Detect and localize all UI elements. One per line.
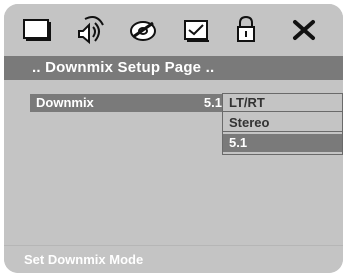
setting-value: 5.1 xyxy=(203,95,222,110)
setup-panel: .. Downmix Setup Page .. Downmix 5.1 LT/… xyxy=(4,4,343,273)
audio-speaker-icon-svg xyxy=(78,16,104,45)
screen-icon-svg xyxy=(23,19,51,41)
status-text: Set Downmix Mode xyxy=(24,252,144,267)
icon-toolbar xyxy=(4,4,343,56)
disc-icon-svg xyxy=(130,21,156,41)
status-bar: Set Downmix Mode xyxy=(4,245,343,273)
disc-icon[interactable] xyxy=(126,13,162,47)
close-icon[interactable] xyxy=(286,13,322,47)
lock-icon[interactable] xyxy=(228,13,264,47)
downmix-setting-row[interactable]: Downmix 5.1 xyxy=(30,94,232,112)
checklist-icon-svg xyxy=(184,20,209,42)
downmix-options-list: LT/RT Stereo 5.1 xyxy=(222,93,343,155)
option-ltrt[interactable]: LT/RT xyxy=(223,94,342,112)
setting-label: Downmix xyxy=(36,95,94,110)
audio-speaker-icon[interactable] xyxy=(68,13,112,55)
checklist-icon[interactable] xyxy=(178,13,214,47)
option-stereo[interactable]: Stereo xyxy=(223,114,342,132)
screen-icon[interactable] xyxy=(19,13,55,47)
frame: .. Downmix Setup Page .. Downmix 5.1 LT/… xyxy=(0,0,347,277)
lock-icon-svg xyxy=(237,15,255,42)
close-icon-svg xyxy=(293,20,315,40)
settings-area: Downmix 5.1 LT/RT Stereo 5.1 xyxy=(4,80,343,245)
option-5-1[interactable]: 5.1 xyxy=(223,134,342,152)
page-title: .. Downmix Setup Page .. xyxy=(4,56,343,80)
